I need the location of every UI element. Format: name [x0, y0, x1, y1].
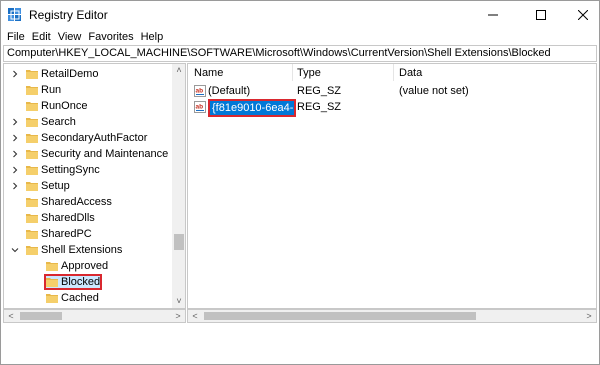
- svg-text:ab: ab: [196, 104, 204, 111]
- folder-icon: [26, 245, 38, 255]
- scroll-right-arrow-icon[interactable]: >: [582, 310, 596, 322]
- tree-item[interactable]: RetailDemo: [4, 66, 170, 82]
- chevron-right-icon[interactable]: [10, 114, 20, 130]
- tree-item[interactable]: Blocked: [4, 274, 170, 290]
- tree-vertical-scrollbar[interactable]: ˄ ˅: [172, 64, 185, 308]
- tree-item[interactable]: SharedDlls: [4, 210, 170, 226]
- close-icon: [578, 10, 588, 20]
- string-value-icon: ab: [194, 101, 206, 113]
- tree-item-label: RetailDemo: [41, 68, 99, 80]
- value-row[interactable]: ab (Default) REG_SZ (value not set): [188, 83, 596, 99]
- value-name-edit-field[interactable]: {f81e9010-6ea4-...: [208, 99, 296, 117]
- folder-icon: [26, 85, 38, 95]
- value-name: (Default): [208, 85, 251, 97]
- tree-item-label: SettingSync: [41, 164, 100, 176]
- folder-icon: [26, 229, 38, 239]
- value-type: REG_SZ: [297, 101, 342, 113]
- column-separator[interactable]: [292, 64, 293, 81]
- folder-icon: [26, 213, 38, 223]
- folder-icon: [26, 181, 38, 191]
- chevron-right-icon[interactable]: [10, 178, 20, 194]
- tree-item[interactable]: RunOnce: [4, 98, 170, 114]
- folder-icon: [46, 293, 58, 303]
- close-button[interactable]: [563, 1, 600, 29]
- chevron-right-icon[interactable]: [10, 130, 20, 146]
- tree-item-label: Setup: [41, 180, 70, 192]
- folder-icon: [26, 165, 38, 175]
- column-header-data[interactable]: Data: [399, 67, 422, 79]
- address-bar[interactable]: Computer\HKEY_LOCAL_MACHINE\SOFTWARE\Mic…: [3, 45, 597, 62]
- column-separator[interactable]: [393, 64, 394, 81]
- minimize-button[interactable]: [473, 1, 513, 29]
- tree-item-label: Search: [41, 116, 76, 128]
- maximize-icon: [536, 10, 546, 20]
- tree-item-label: Blocked: [61, 276, 101, 288]
- tree-item[interactable]: SettingSync: [4, 162, 170, 178]
- scroll-right-arrow-icon[interactable]: >: [171, 310, 185, 322]
- status-bar: [1, 324, 599, 364]
- tree-hscroll-thumb[interactable]: [20, 312, 62, 320]
- tree-item-label: RunOnce: [41, 100, 88, 112]
- tree-item-label: SharedDlls: [41, 212, 95, 224]
- scroll-up-arrow-icon[interactable]: ˄: [172, 64, 185, 76]
- tree-item-label: SharedPC: [41, 228, 92, 240]
- tree-item[interactable]: Shell Extensions: [4, 242, 170, 258]
- string-value-icon: ab: [194, 85, 206, 97]
- folder-icon: [26, 197, 38, 207]
- tree-item[interactable]: Cached: [4, 290, 170, 306]
- key-tree-pane: Cached Blocked Approved Shell Extensions Sha…: [3, 63, 186, 309]
- chevron-right-icon[interactable]: [10, 146, 20, 162]
- tree-item[interactable]: Setup: [4, 178, 170, 194]
- folder-icon: [26, 69, 38, 79]
- values-horizontal-scrollbar[interactable]: < >: [187, 309, 597, 323]
- tree-item-label: Cached: [61, 292, 99, 304]
- minimize-icon: [488, 14, 498, 16]
- values-hscroll-thumb[interactable]: [204, 312, 476, 320]
- chevron-down-icon[interactable]: [10, 242, 20, 258]
- scroll-left-arrow-icon[interactable]: <: [188, 310, 202, 322]
- tree-item[interactable]: Search: [4, 114, 170, 130]
- tree-item[interactable]: Run: [4, 82, 170, 98]
- tree-item-label: Security and Maintenance: [41, 148, 169, 160]
- tree-horizontal-scrollbar[interactable]: < >: [3, 309, 186, 323]
- svg-text:ab: ab: [196, 88, 204, 95]
- value-type: REG_SZ: [297, 85, 342, 97]
- folder-icon: [26, 133, 38, 143]
- column-header-type[interactable]: Type: [297, 67, 321, 79]
- chevron-right-icon[interactable]: [10, 66, 20, 82]
- values-pane: Name Type Data ab (Default) REG_SZ (value n…: [187, 63, 597, 309]
- folder-icon: [26, 149, 38, 159]
- value-data: (value not set): [399, 85, 469, 97]
- tree-scroll-thumb[interactable]: [174, 234, 184, 250]
- chevron-right-icon[interactable]: [10, 162, 20, 178]
- registry-editor-window: Registry Editor File Edit View Favorites…: [0, 0, 600, 365]
- tree-item[interactable]: SharedPC: [4, 226, 170, 242]
- folder-icon: [46, 261, 58, 271]
- tree-item-label: SharedAccess: [41, 196, 112, 208]
- tree-item[interactable]: SecondaryAuthFactor: [4, 130, 170, 146]
- tree-item-label: Shell Extensions: [41, 244, 123, 256]
- scroll-left-arrow-icon[interactable]: <: [4, 310, 18, 322]
- folder-icon: [26, 101, 38, 111]
- folder-icon: [26, 117, 38, 127]
- tree-item-label: SecondaryAuthFactor: [41, 132, 148, 144]
- tree-item-label: Approved: [61, 260, 109, 272]
- folder-icon: [46, 277, 58, 287]
- title-bar: Registry Editor: [1, 1, 599, 29]
- maximize-button[interactable]: [521, 1, 561, 29]
- tree-item[interactable]: Approved: [4, 258, 170, 274]
- column-header-name[interactable]: Name: [194, 67, 223, 79]
- tree-item[interactable]: SharedAccess: [4, 194, 170, 210]
- scroll-down-arrow-icon[interactable]: ˅: [172, 295, 185, 307]
- tree-item[interactable]: Security and Maintenance: [4, 146, 170, 162]
- registry-app-icon: [8, 8, 21, 21]
- tree-item-label: Run: [41, 84, 62, 96]
- value-row[interactable]: ab {f81e9010-6ea4-... REG_SZ: [188, 99, 596, 117]
- window-title: Registry Editor: [29, 8, 108, 22]
